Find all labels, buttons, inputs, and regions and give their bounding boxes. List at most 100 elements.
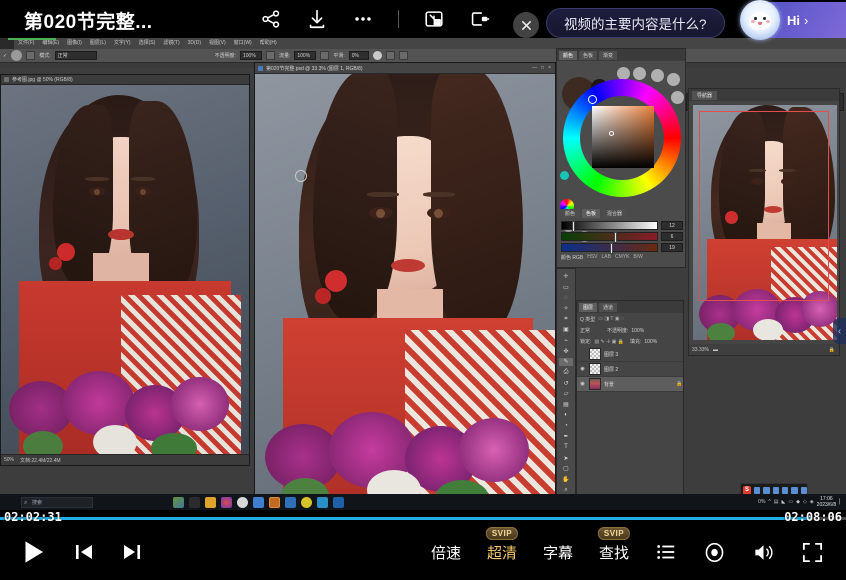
layer-row-2[interactable]: ◉ 图层 2 — [577, 362, 683, 377]
layer-name-background[interactable]: 背景 — [604, 381, 614, 388]
layer-opacity-value[interactable]: 100% — [631, 328, 644, 334]
airbrush-icon[interactable] — [320, 51, 329, 60]
slider-red-row[interactable]: 12 — [561, 221, 683, 230]
mode-tab-mixer[interactable]: 混合器 — [603, 209, 626, 218]
hand-tool-icon[interactable]: ✋ — [559, 475, 573, 484]
tab-gradient[interactable]: 渐变 — [599, 51, 617, 60]
menu-item-view[interactable]: 视图(V) — [205, 38, 230, 49]
color-model-bw[interactable]: B/W — [633, 254, 642, 261]
tab-channels[interactable]: 通道 — [599, 303, 617, 312]
reference-image-window[interactable]: 参考图.jpg @ 50% (RGB/8) — [0, 74, 250, 466]
layer-row-background[interactable]: ◉ 背景 🔒 — [577, 377, 683, 392]
eyedropper-tool-icon[interactable]: ⌁ — [559, 336, 573, 345]
healing-tool-icon[interactable]: ✜ — [559, 347, 573, 356]
frame-tool-icon[interactable]: ▣ — [559, 325, 573, 334]
layers-filter-row[interactable]: Q 类型 ▭ ◨ T ▣ ◌ — [577, 313, 683, 325]
saturation-value-square[interactable] — [592, 106, 654, 168]
taskbar-icon-app5[interactable] — [317, 497, 328, 508]
progress-bar[interactable] — [0, 516, 846, 520]
ai-question-bubble[interactable]: 视频的主要内容是什么? — [546, 8, 725, 38]
sogou-voice-icon[interactable] — [773, 487, 779, 494]
color-model-rgb[interactable]: 颜色 RGB — [561, 254, 583, 261]
taskbar-icon-app2[interactable] — [253, 497, 264, 508]
reference-window-titlebar[interactable]: 参考图.jpg @ 50% (RGB/8) — [1, 75, 249, 85]
volume-icon[interactable] — [752, 541, 775, 564]
menu-item-select[interactable]: 选择(S) — [135, 38, 160, 49]
slider-red-knob[interactable] — [572, 221, 575, 232]
tab-swatches[interactable]: 色板 — [579, 51, 597, 60]
mode-select[interactable]: 正常 — [55, 51, 97, 60]
opacity-field[interactable]: 100% — [240, 51, 262, 60]
sogou-menu-icon[interactable] — [801, 487, 807, 494]
menu-item-3d[interactable]: 3D(D) — [184, 38, 205, 49]
eraser-tool-icon[interactable]: ▱ — [559, 390, 573, 399]
crop-tool-icon[interactable]: ⌗ — [559, 315, 573, 324]
clone-stamp-tool-icon[interactable]: ⎙ — [559, 368, 573, 377]
window-minimize-button[interactable]: — — [532, 65, 537, 71]
dodge-tool-icon[interactable]: ◔ — [559, 422, 573, 431]
move-tool-icon[interactable]: ✛ — [559, 272, 573, 281]
play-button[interactable] — [18, 537, 48, 567]
taskbar-icon-taskview[interactable] — [189, 497, 200, 508]
slider-blue-track[interactable] — [561, 243, 658, 252]
menu-item-window[interactable]: 窗口(W) — [230, 38, 256, 49]
taskbar-search-box[interactable]: 搜索 — [21, 497, 93, 508]
color-wheel[interactable] — [563, 79, 681, 197]
tray-app-icon-1[interactable]: ◆ — [796, 499, 800, 505]
slider-red-track[interactable] — [561, 221, 658, 230]
document-tab[interactable]: 第020节完整.psd @ 33.3% (图层 1, RGB/8) — □ × — [255, 63, 555, 74]
taskbar-icon-photoshop[interactable] — [269, 497, 280, 508]
taskbar-icon-explorer[interactable] — [205, 497, 216, 508]
windows-taskbar[interactable]: 搜索 0% ^ ▤ ◣ ▭ ◆ ◇ ◈ 17:06 — [0, 494, 846, 510]
photoshop-tools-palette[interactable]: ✛ ▭ ◌ ✧ ⌗ ▣ ⌁ ✜ ✎ ⎙ ↺ ▱ ▤ ◐ ◔ ✒ T ➤ ▢ ✋ … — [556, 268, 576, 510]
tray-battery-icon[interactable]: ▭ — [788, 499, 793, 505]
color-model-cmyk[interactable]: CMYK — [615, 254, 629, 261]
eyedropper-indicator-icon[interactable] — [560, 171, 569, 180]
tray-network-icon[interactable]: ▤ — [774, 499, 779, 505]
slider-green-knob[interactable] — [614, 232, 617, 243]
menu-item-type[interactable]: 文字(Y) — [110, 38, 135, 49]
slider-green-value[interactable]: 6 — [661, 232, 683, 241]
sogou-emoji-icon[interactable] — [782, 487, 788, 494]
pip-icon[interactable] — [421, 6, 447, 32]
slider-blue-value[interactable]: 19 — [661, 243, 683, 252]
mode-tab-swatch[interactable]: 色板 — [582, 209, 600, 218]
window-maximize-button[interactable]: □ — [541, 65, 544, 71]
show-desktop-icon[interactable]: ▏ — [839, 499, 843, 505]
navigator-footer[interactable]: 33.33% ▬ 🔒 — [689, 344, 839, 355]
layer-blend-mode[interactable]: 正常 — [580, 327, 590, 334]
settings-icon[interactable] — [703, 541, 726, 564]
panel-collapse-arrow-icon[interactable]: ‹ — [833, 318, 846, 344]
layers-blend-row[interactable]: 正常 不透明度: 100% — [577, 325, 683, 336]
type-tool-icon[interactable]: T — [559, 443, 573, 452]
layers-lock-row[interactable]: 锁定: ▨ ✎ ✛ ▣ 🔒 填充: 100% — [577, 336, 683, 347]
taskbar-icon-chrome[interactable] — [221, 497, 232, 508]
taskbar-icon-app3[interactable] — [285, 497, 296, 508]
menu-item-image[interactable]: 图像(I) — [63, 38, 86, 49]
navigator-zoom-in-icon[interactable]: 🔒 — [829, 347, 839, 353]
brush-preset-icon[interactable] — [26, 51, 35, 60]
slider-green-track[interactable] — [561, 232, 658, 241]
sogou-punct-icon[interactable] — [763, 487, 769, 494]
sogou-mode-icon[interactable] — [754, 487, 760, 494]
ai-assistant-entry[interactable]: Hi › — [742, 2, 846, 38]
sogou-skin-icon[interactable] — [791, 487, 797, 494]
layer-fill-value[interactable]: 100% — [644, 339, 657, 345]
tray-app-icon-3[interactable]: ◈ — [810, 499, 814, 505]
main-canvas-window[interactable]: 第020节完整.psd @ 33.3% (图层 1, RGB/8) — □ × — [254, 62, 556, 510]
canvas-artwork[interactable] — [255, 74, 555, 506]
mode-tab-color[interactable]: 颜色 — [561, 209, 579, 218]
taskbar-icon-app4[interactable] — [301, 497, 312, 508]
fullscreen-icon[interactable] — [801, 541, 824, 564]
taskbar-system-tray[interactable]: 0% ^ ▤ ◣ ▭ ◆ ◇ ◈ 17:06 2023/6/8 ▏ — [758, 496, 846, 508]
color-model-hsv[interactable]: HSV — [587, 254, 597, 261]
opacity-pressure-icon[interactable] — [266, 51, 275, 60]
windows-start-icon[interactable] — [4, 496, 16, 508]
slider-red-value[interactable]: 12 — [661, 221, 683, 230]
marquee-tool-icon[interactable]: ▭ — [559, 283, 573, 292]
smooth-field[interactable]: 0% — [349, 51, 369, 60]
tray-app-icon-2[interactable]: ◇ — [803, 499, 807, 505]
taskbar-clock[interactable]: 17:06 2023/6/8 — [817, 496, 836, 508]
previous-episode-button[interactable] — [72, 540, 96, 564]
quality-button[interactable]: SVIP 超清 — [487, 542, 517, 563]
